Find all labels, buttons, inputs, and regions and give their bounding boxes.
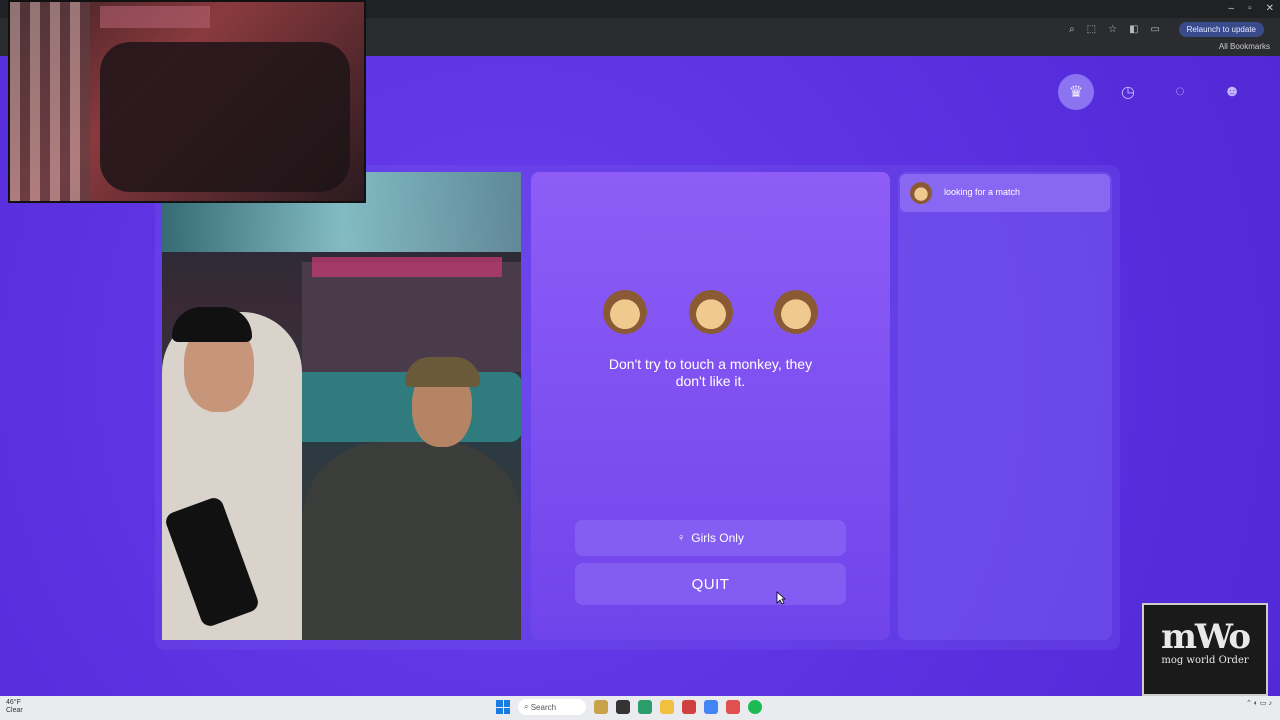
file-explorer-icon[interactable] bbox=[660, 700, 674, 714]
girl-icon: ♀ bbox=[677, 532, 686, 544]
video-feed bbox=[162, 172, 521, 640]
crown-icon[interactable]: ♛ bbox=[1058, 74, 1094, 110]
taskbar-search[interactable]: ⌕ Search bbox=[518, 699, 586, 715]
hear-no-evil-monkey-icon bbox=[774, 290, 819, 334]
tray-icons: ⌃ ◐ ▭ ♪ bbox=[1245, 700, 1272, 707]
system-tray[interactable]: ⌃ ◐ ▭ ♪ bbox=[1246, 700, 1272, 708]
match-status-panel: Don't try to touch a monkey, they don't … bbox=[531, 172, 890, 640]
monkey-emojis bbox=[531, 290, 890, 344]
status-message: Don't try to touch a monkey, they don't … bbox=[608, 356, 813, 389]
monkey-icon[interactable]: ☻ bbox=[1214, 74, 1250, 110]
windows-start-icon[interactable] bbox=[496, 700, 510, 714]
girls-only-button[interactable]: ♀ Girls Only bbox=[575, 520, 846, 556]
relaunch-button[interactable]: Relaunch to update bbox=[1178, 22, 1264, 37]
weather-desc: Clear bbox=[6, 707, 23, 714]
weather-temp: 46°F bbox=[6, 699, 21, 706]
monkey-avatar-icon bbox=[910, 182, 932, 204]
minimize-icon[interactable]: – bbox=[1229, 3, 1235, 14]
chat-panel: looking for a match bbox=[898, 172, 1112, 640]
logo-main-text: mWo bbox=[1160, 617, 1251, 657]
edge-icon[interactable] bbox=[638, 700, 652, 714]
weather-widget[interactable]: 46°F Clear bbox=[6, 699, 23, 715]
sidebar-icon[interactable]: ▭ bbox=[1151, 24, 1160, 35]
browser-action-icons: ⌕ ⬚ ☆ ◧ ▭ bbox=[1069, 24, 1160, 35]
chrome-icon[interactable] bbox=[704, 700, 718, 714]
app-icon[interactable] bbox=[682, 700, 696, 714]
mouse-cursor-icon bbox=[776, 591, 786, 605]
spotify-icon[interactable] bbox=[748, 700, 762, 714]
close-icon[interactable]: ✕ bbox=[1266, 3, 1274, 14]
webcam-overlay bbox=[8, 0, 366, 203]
windows-taskbar: 46°F Clear ⌕ Search ⌃ ◐ ▭ ♪ bbox=[0, 696, 1280, 720]
see-no-evil-monkey-icon bbox=[602, 290, 647, 334]
search-icon: ⌕ bbox=[524, 702, 531, 711]
all-bookmarks-link[interactable]: All Bookmarks bbox=[1219, 42, 1270, 51]
search-label: Search bbox=[530, 702, 557, 712]
window-controls: – ▫ ✕ bbox=[1229, 3, 1275, 14]
obs-icon[interactable] bbox=[726, 700, 740, 714]
top-nav: ♛ ◷ ◌ ☻ bbox=[1058, 74, 1250, 110]
puzzle-icon[interactable]: ◧ bbox=[1129, 24, 1138, 35]
girls-only-label: Girls Only bbox=[691, 531, 744, 545]
task-view-icon[interactable] bbox=[616, 700, 630, 714]
chat-icon[interactable]: ◌ bbox=[1162, 74, 1198, 110]
taskbar-apps: ⌕ Search bbox=[496, 699, 762, 715]
chat-header: looking for a match bbox=[900, 174, 1110, 212]
extension-icon[interactable]: ⬚ bbox=[1087, 24, 1096, 35]
history-icon[interactable]: ◷ bbox=[1110, 74, 1146, 110]
chat-status-text: looking for a match bbox=[944, 187, 1021, 197]
quit-button[interactable]: QUIT bbox=[575, 563, 846, 605]
maximize-icon[interactable]: ▫ bbox=[1248, 3, 1252, 14]
speak-no-evil-monkey-icon bbox=[688, 290, 733, 334]
stream-logo: mWo mog world Order bbox=[1142, 603, 1268, 696]
logo-sub-text: mog world Order bbox=[1161, 655, 1249, 666]
star-icon[interactable]: ☆ bbox=[1108, 24, 1117, 35]
widgets-icon[interactable] bbox=[594, 700, 608, 714]
zoom-icon[interactable]: ⌕ bbox=[1069, 24, 1075, 35]
